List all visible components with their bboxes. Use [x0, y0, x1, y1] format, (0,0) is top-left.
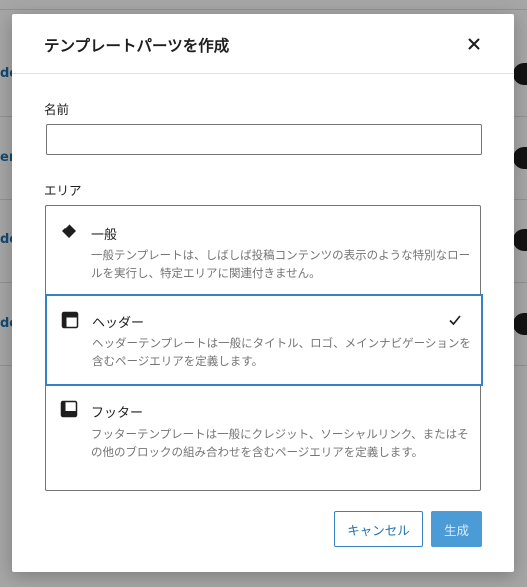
- header-layout-icon: [61, 311, 79, 329]
- close-icon: [468, 38, 480, 50]
- name-label: 名前: [44, 102, 70, 117]
- area-option-title: ヘッダー: [92, 316, 145, 331]
- footer-layout-icon: [60, 400, 78, 418]
- area-option-title: 一般: [91, 228, 118, 243]
- general-diamond-icon: [62, 223, 76, 238]
- area-option-footer[interactable]: フッター フッターテンプレートは一般にクレジット、ソーシャルリンク、またはその他…: [45, 387, 483, 491]
- create-template-part-modal: テンプレートパーツを作成 名前 エリア 一般 一般テンプレートは、しばしば投稿コ…: [12, 14, 514, 572]
- cancel-button[interactable]: キャンセル: [334, 511, 423, 547]
- checkmark-icon: [449, 315, 461, 326]
- modal-title: テンプレートパーツを作成: [44, 37, 230, 55]
- close-button[interactable]: [462, 32, 486, 56]
- area-option-title: フッター: [91, 406, 144, 421]
- modal-header: テンプレートパーツを作成: [12, 14, 514, 74]
- area-option-general[interactable]: 一般 一般テンプレートは、しばしば投稿コンテンツの表示のような特別なロールを実行…: [45, 206, 483, 295]
- name-input[interactable]: [46, 124, 482, 155]
- create-button[interactable]: 生成: [431, 511, 482, 547]
- area-radio-group: 一般 一般テンプレートは、しばしば投稿コンテンツの表示のような特別なロールを実行…: [45, 205, 483, 491]
- area-option-description: 一般テンプレートは、しばしば投稿コンテンツの表示のような特別なロールを実行し、特…: [91, 248, 471, 280]
- area-option-header[interactable]: ヘッダー ヘッダーテンプレートは一般にタイトル、ロゴ、メインナビゲーションを含む…: [45, 294, 483, 386]
- area-option-description: フッターテンプレートは一般にクレジット、ソーシャルリンク、またはその他のブロック…: [91, 427, 469, 459]
- area-label: エリア: [44, 183, 82, 198]
- area-option-description: ヘッダーテンプレートは一般にタイトル、ロゴ、メインナビゲーションを含むページエリ…: [92, 336, 471, 368]
